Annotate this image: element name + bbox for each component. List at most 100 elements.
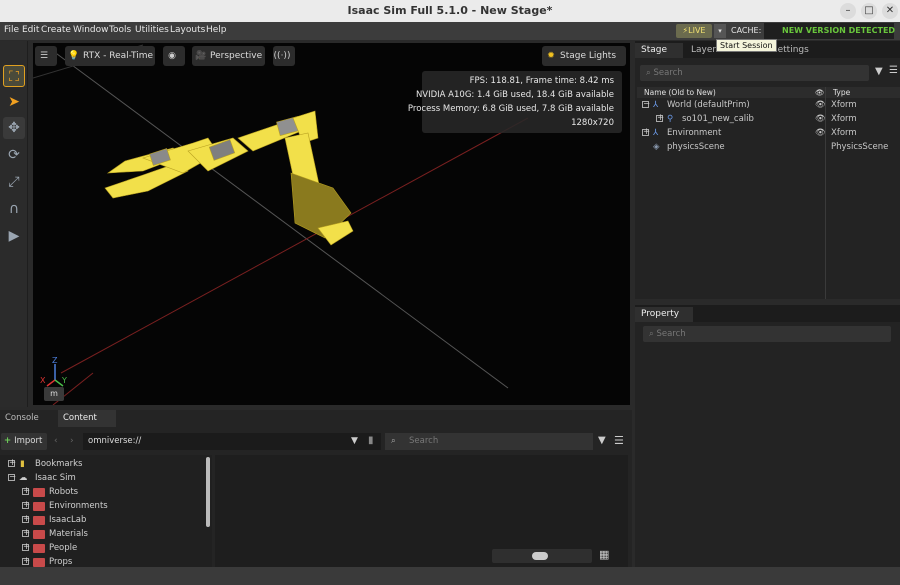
- prim-name: so101_new_calib: [682, 114, 754, 124]
- scale-icon[interactable]: ⤢: [3, 171, 25, 193]
- tree-item-robots[interactable]: + Robots: [20, 485, 220, 499]
- tree-item-people[interactable]: + People: [20, 541, 220, 555]
- visibility-eye-icon[interactable]: ◉: [163, 46, 185, 66]
- tab-stage[interactable]: Stage: [635, 43, 683, 58]
- stage-lights-button[interactable]: ✹ Stage Lights: [542, 46, 626, 66]
- axis-x-label: X: [40, 376, 46, 385]
- snap-magnet-icon[interactable]: ∩: [3, 198, 25, 220]
- tab-console[interactable]: Console: [0, 410, 44, 427]
- search-icon: ⌕: [391, 436, 396, 446]
- collapse-icon[interactable]: −: [8, 473, 16, 481]
- expand-icon[interactable]: +: [22, 557, 30, 565]
- menu-tools[interactable]: Tools: [109, 25, 131, 35]
- rotate-icon[interactable]: ⟳: [3, 144, 25, 166]
- menu-edit[interactable]: Edit: [22, 25, 39, 35]
- stage-tree-header: Name (Old to New) 👁 Type: [637, 87, 900, 98]
- filter-icon[interactable]: ▼: [875, 66, 883, 77]
- new-version-badge[interactable]: NEW VERSION DETECTED: [782, 26, 895, 35]
- property-search-input[interactable]: ⌕ Search: [643, 326, 891, 342]
- maximize-button[interactable]: □: [861, 3, 877, 19]
- stage-search-placeholder: Search: [653, 68, 683, 78]
- viewport-settings-icon[interactable]: ☰: [35, 46, 57, 66]
- grid-view-icon[interactable]: ▦: [599, 548, 609, 561]
- menu-utilities[interactable]: Utilities: [135, 25, 169, 35]
- path-input[interactable]: omniverse://: [83, 433, 381, 450]
- stage-row-environment[interactable]: + ⅄ Environment 👁 Xform: [637, 126, 900, 140]
- renderer-label: RTX - Real-Time: [83, 51, 154, 61]
- tree-scrollbar[interactable]: [206, 457, 210, 527]
- stage-search-input[interactable]: ⌕ Search: [640, 65, 869, 81]
- bookmark-icon[interactable]: ▮: [368, 435, 374, 446]
- column-visibility-eye-icon[interactable]: 👁: [815, 88, 825, 97]
- sun-icon: ✹: [547, 51, 555, 61]
- prim-name: Environment: [667, 128, 722, 138]
- expand-icon[interactable]: +: [22, 529, 30, 537]
- expand-icon[interactable]: +: [22, 543, 30, 551]
- thumbnail-size-slider[interactable]: [492, 549, 592, 563]
- column-divider[interactable]: [825, 87, 826, 299]
- audio-broadcast-icon[interactable]: ((·)): [273, 46, 295, 66]
- column-type-header[interactable]: Type: [833, 88, 850, 97]
- camera-icon: 🎥: [195, 51, 207, 61]
- tree-item-bookmarks[interactable]: + ▮ Bookmarks: [6, 457, 206, 471]
- menu-create[interactable]: Create: [41, 25, 71, 35]
- tree-item-label: Bookmarks: [35, 459, 83, 469]
- import-button[interactable]: + Import: [1, 433, 47, 450]
- file-browser-area[interactable]: ▦: [215, 455, 628, 567]
- tree-item-materials[interactable]: + Materials: [20, 527, 220, 541]
- slider-handle[interactable]: [532, 552, 548, 560]
- menu-window[interactable]: Window: [73, 25, 109, 35]
- prim-name: physicsScene: [667, 142, 725, 152]
- tree-item-label: Materials: [49, 529, 88, 539]
- expand-icon[interactable]: +: [656, 114, 664, 122]
- camera-button[interactable]: 🎥 Perspective: [192, 46, 265, 66]
- prim-type: Xform: [831, 100, 857, 110]
- select-mode-icon[interactable]: ⛶: [3, 65, 25, 87]
- live-dropdown-chevron-icon[interactable]: ▾: [714, 24, 726, 38]
- column-name-header[interactable]: Name (Old to New): [644, 88, 716, 97]
- tab-content[interactable]: Content: [58, 410, 116, 427]
- menu-help[interactable]: Help: [206, 25, 227, 35]
- expand-icon[interactable]: +: [22, 501, 30, 509]
- expand-icon[interactable]: +: [22, 487, 30, 495]
- resolution-readout: 1280x720: [571, 118, 614, 128]
- xform-icon: ⅄: [653, 128, 659, 138]
- tab-property[interactable]: Property: [635, 307, 693, 322]
- move-icon[interactable]: ✥: [3, 117, 25, 139]
- menu-icon[interactable]: ☰: [889, 65, 898, 76]
- tree-item-label: Props: [49, 557, 73, 567]
- robot-link-icon: ⚲: [667, 114, 674, 124]
- prim-type: Xform: [831, 114, 857, 124]
- stage-row-physics-scene[interactable]: ◈ physicsScene PhysicsScene: [637, 140, 900, 154]
- property-search-placeholder: Search: [656, 329, 686, 339]
- unit-button[interactable]: m: [44, 387, 64, 401]
- renderer-button[interactable]: 💡 RTX - Real-Time: [65, 46, 155, 66]
- collapse-icon[interactable]: −: [642, 100, 650, 108]
- filter-icon[interactable]: ▼: [598, 435, 606, 446]
- expand-icon[interactable]: +: [642, 128, 650, 136]
- tree-item-isaaclab[interactable]: + IsaacLab: [20, 513, 220, 527]
- stage-row-so101[interactable]: + ⚲ so101_new_calib 👁 Xform: [637, 112, 900, 126]
- forward-arrow-icon[interactable]: ›: [70, 436, 74, 446]
- expand-icon[interactable]: +: [22, 515, 30, 523]
- property-tabs: Property: [635, 305, 900, 322]
- stage-lights-label: Stage Lights: [560, 51, 617, 61]
- minimize-button[interactable]: –: [840, 3, 856, 19]
- menu-icon[interactable]: ☰: [614, 434, 624, 447]
- tree-item-label: Environments: [49, 501, 108, 511]
- back-arrow-icon[interactable]: ‹: [54, 436, 58, 446]
- stage-row-world[interactable]: − ⅄ World (defaultPrim) 👁 Xform: [637, 98, 900, 112]
- live-session-button[interactable]: ⚡LIVE: [676, 24, 712, 38]
- expand-icon[interactable]: +: [8, 459, 16, 467]
- content-search-input[interactable]: ⌕ Search: [385, 433, 593, 450]
- select-cursor-icon[interactable]: ➤: [3, 91, 25, 113]
- viewport[interactable]: ☰ 💡 RTX - Real-Time ◉ 🎥 Perspective ((·)) …: [33, 43, 630, 405]
- tree-item-environments[interactable]: + Environments: [20, 499, 220, 513]
- close-button[interactable]: ✕: [882, 3, 898, 19]
- play-icon[interactable]: ▶: [3, 225, 25, 247]
- folder-icon: [33, 544, 45, 553]
- menu-layouts[interactable]: Layouts: [170, 25, 205, 35]
- path-dropdown-chevron-icon[interactable]: ▼: [351, 436, 358, 446]
- menu-file[interactable]: File: [4, 25, 19, 35]
- tree-item-isaac-sim[interactable]: − ☁ Isaac Sim: [6, 471, 206, 485]
